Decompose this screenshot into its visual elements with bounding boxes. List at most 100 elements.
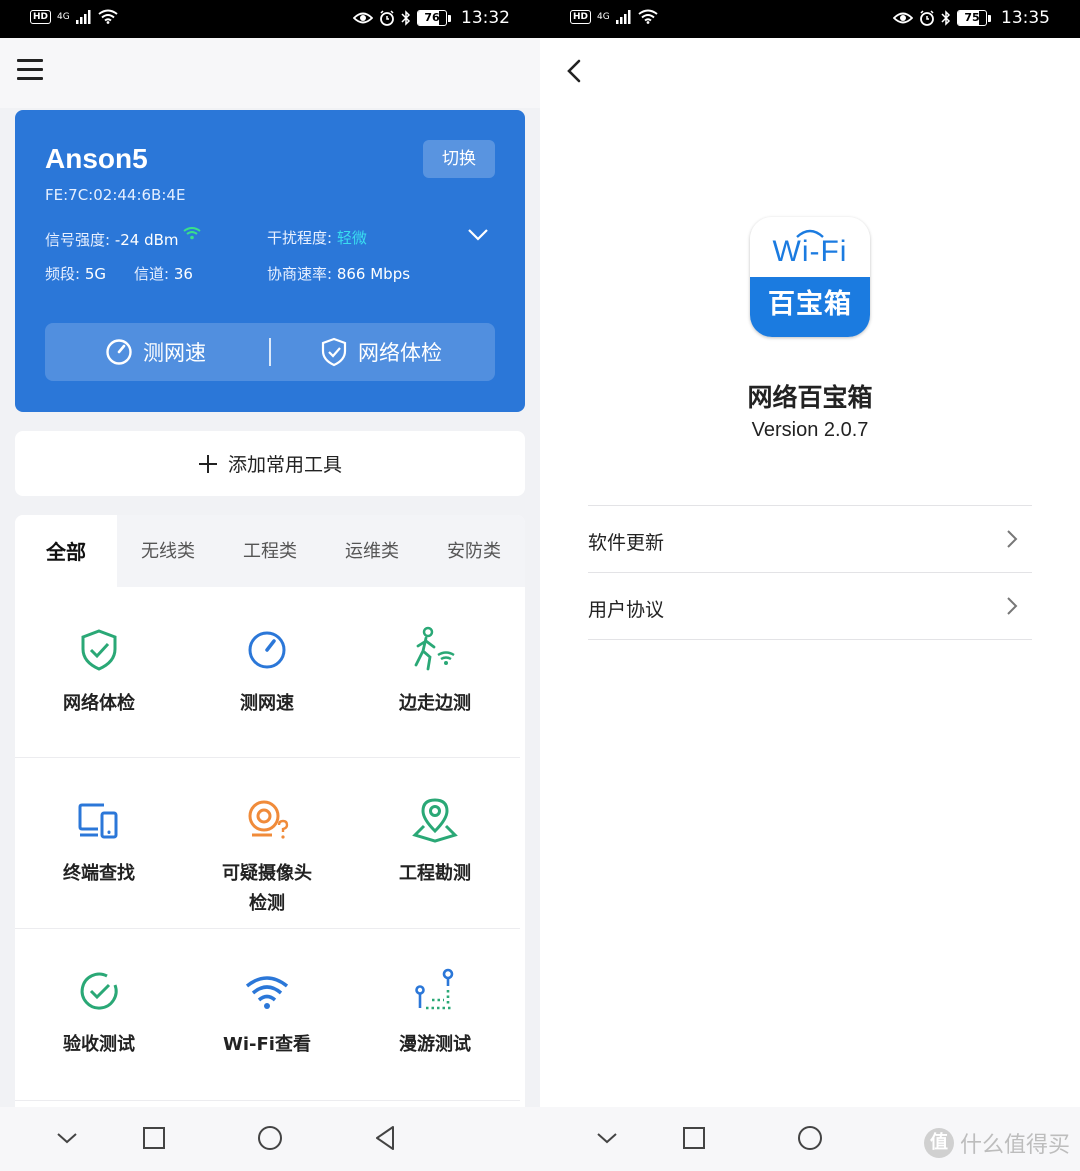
tool-speed-test[interactable]: 测网速 <box>182 625 352 719</box>
chevron-right-icon <box>1007 597 1018 615</box>
speedometer-icon <box>106 339 132 365</box>
tool-label: 网络体检 <box>63 693 135 714</box>
back-arrow-icon[interactable] <box>562 56 588 86</box>
home-icon[interactable] <box>793 1121 827 1155</box>
watermark: 值 什么值得买 <box>923 1127 1070 1159</box>
system-nav-bar: 值 什么值得买 <box>540 1107 1080 1171</box>
eye-icon <box>893 12 913 24</box>
rate-row: 协商速率: 866 Mbps <box>267 263 410 284</box>
add-common-tools-button[interactable]: 添加常用工具 <box>15 431 525 496</box>
speedometer-icon <box>248 631 286 669</box>
menu-icon[interactable] <box>17 59 43 81</box>
tool-label: 可疑摄像头 <box>222 863 312 884</box>
camera-question-icon <box>248 800 289 839</box>
network-type: 4G <box>597 11 610 22</box>
tab-operations[interactable]: 运维类 <box>321 515 423 587</box>
tool-label: 终端查找 <box>63 863 135 884</box>
map-pin-icon <box>412 798 458 843</box>
battery-icon: 75 <box>957 10 991 26</box>
chevron-right-icon <box>1007 530 1018 548</box>
channel-label: 信道: <box>134 265 170 283</box>
tools-panel: 全部 无线类 工程类 运维类 安防类 网络体检 测网速 边走边测 终端查找 可疑… <box>15 515 525 1115</box>
tool-camera-detect[interactable]: 可疑摄像头 检测 <box>182 795 352 919</box>
alarm-icon <box>380 10 394 26</box>
channel-row: 信道: 36 <box>134 263 193 284</box>
clock: 13:32 <box>461 8 510 28</box>
tool-site-survey[interactable]: 工程勘测 <box>350 795 520 889</box>
menu-item-software-update[interactable]: 软件更新 <box>588 506 1032 572</box>
battery-level: 76 <box>424 11 440 24</box>
menu-item-label: 用户协议 <box>588 599 665 621</box>
right-phone-screen: HD 4G 75 13:35 Wi-Fi 百宝箱 网络百宝箱 Version 2… <box>540 0 1080 1171</box>
tab-wireless[interactable]: 无线类 <box>117 515 219 587</box>
app-name: 网络百宝箱 <box>747 383 873 412</box>
tool-network-check[interactable]: 网络体检 <box>14 625 184 719</box>
tool-label-line2: 检测 <box>249 893 285 914</box>
menu-item-user-agreement[interactable]: 用户协议 <box>588 573 1032 639</box>
walk-wifi-icon <box>414 626 455 671</box>
add-tools-label: 添加常用工具 <box>227 454 342 476</box>
wifi-mac-address: FE:7C:02:44:6B:4E <box>45 186 186 204</box>
category-tabs: 全部 无线类 工程类 运维类 安防类 <box>15 515 525 587</box>
status-bar: HD 4G 75 13:35 <box>540 0 1080 38</box>
row-divider <box>15 757 520 758</box>
chevron-down-icon[interactable] <box>467 228 489 242</box>
hd-indicator: HD <box>30 9 52 24</box>
battery-icon: 76 <box>417 10 451 26</box>
shield-check-icon <box>321 337 347 367</box>
tool-roaming-test[interactable]: 漫游测试 <box>350 966 520 1060</box>
recent-apps-icon[interactable] <box>137 1121 171 1155</box>
band-value: 5G <box>84 265 107 283</box>
tool-label: 漫游测试 <box>399 1034 471 1055</box>
tool-label: 测网速 <box>240 693 294 714</box>
app-version: Version 2.0.7 <box>751 419 869 441</box>
network-type: 4G <box>57 11 70 22</box>
chevron-down-icon[interactable] <box>590 1121 624 1155</box>
home-icon[interactable] <box>253 1121 287 1155</box>
interference-label: 干扰程度: <box>267 229 333 247</box>
divider <box>588 639 1032 640</box>
interference-row: 干扰程度: 轻微 <box>267 227 367 248</box>
divider <box>269 338 271 366</box>
cell-signal-icon <box>615 9 631 24</box>
switch-network-button[interactable]: 切换 <box>423 140 495 178</box>
row-divider <box>15 1100 520 1101</box>
hd-indicator: HD <box>570 9 592 24</box>
battery-level: 75 <box>964 11 980 24</box>
clock: 13:35 <box>1001 8 1050 28</box>
tool-walk-test[interactable]: 边走边测 <box>350 625 520 719</box>
tool-acceptance-test[interactable]: 验收测试 <box>14 966 184 1060</box>
quick-action-bar: 测网速 网络体检 <box>45 323 495 381</box>
wifi-status-icon <box>638 9 658 24</box>
band-row: 频段: 5G <box>45 263 106 284</box>
check-circle-icon <box>80 972 118 1010</box>
system-nav-bar <box>0 1107 540 1171</box>
chevron-down-icon[interactable] <box>50 1121 84 1155</box>
back-triangle-icon[interactable] <box>368 1121 402 1155</box>
app-top-bar <box>0 38 540 108</box>
health-check-button[interactable]: 网络体检 <box>320 323 442 381</box>
tool-label: 工程勘测 <box>399 863 471 884</box>
tool-label: Wi-Fi查看 <box>223 1034 311 1055</box>
shield-check-icon <box>81 629 117 671</box>
tab-security[interactable]: 安防类 <box>423 515 525 587</box>
tool-wifi-view[interactable]: Wi-Fi查看 <box>182 966 352 1060</box>
tab-engineering[interactable]: 工程类 <box>219 515 321 587</box>
signal-value: -24 dBm <box>114 231 179 249</box>
menu-item-label: 软件更新 <box>588 532 665 554</box>
row-divider <box>15 928 520 929</box>
health-check-label: 网络体检 <box>358 341 442 365</box>
rate-label: 协商速率: <box>267 265 333 283</box>
tab-all[interactable]: 全部 <box>15 515 117 587</box>
speed-test-button[interactable]: 测网速 <box>105 323 206 381</box>
tool-device-finder[interactable]: 终端查找 <box>14 795 184 889</box>
tool-label: 验收测试 <box>63 1034 135 1055</box>
logo-wifi-text: Wi-Fi <box>772 235 848 268</box>
watermark-badge: 值 <box>923 1128 954 1158</box>
wifi-info-card: Anson5 FE:7C:02:44:6B:4E 切换 信号强度: -24 dB… <box>15 110 525 412</box>
recent-apps-icon[interactable] <box>677 1121 711 1155</box>
wifi-status-icon <box>98 9 118 24</box>
signal-strength-row: 信号强度: -24 dBm <box>45 227 201 250</box>
roaming-icon <box>415 968 454 1010</box>
signal-wifi-icon <box>183 227 201 240</box>
